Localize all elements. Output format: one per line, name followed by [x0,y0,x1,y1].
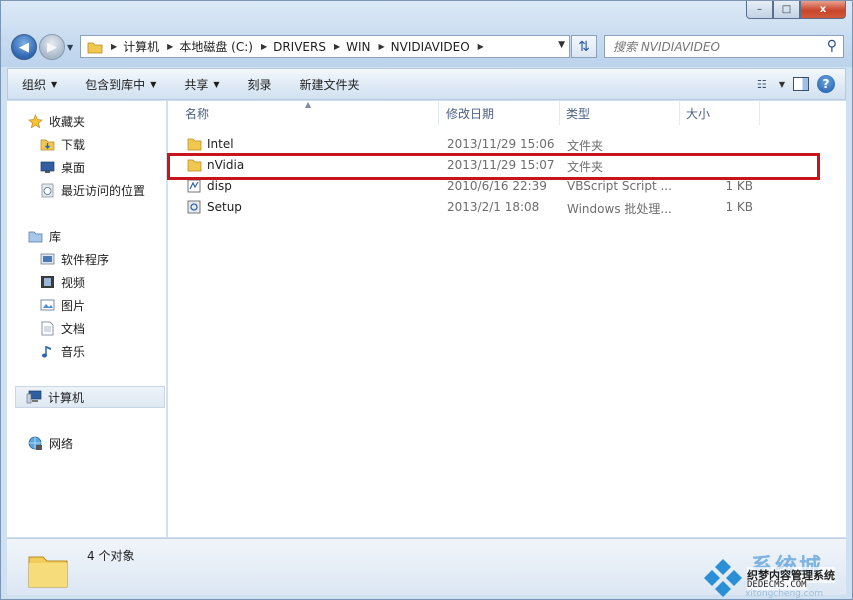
desktop-icon [39,159,55,175]
sidebar-item-network[interactable]: 网络 [27,432,73,454]
sidebar-item-downloads[interactable]: 下载 [39,133,85,155]
title-bar: – □ x ◀ ▶ ▼ ▶ 计算机 ▶ 本地磁盘 (C:) ▶ DRIVERS … [1,1,852,67]
folder-icon [87,42,103,53]
sidebar-item-music[interactable]: 音乐 [39,340,85,362]
breadcrumb: ▶ 计算机 ▶ 本地磁盘 (C:) ▶ DRIVERS ▶ WIN ▶ NVID… [111,38,484,55]
preview-pane-icon[interactable] [793,77,809,91]
burn-button[interactable]: 刻录 [234,69,286,99]
caption-buttons: – □ x [746,1,846,19]
search-box[interactable]: ⚲ [604,35,844,58]
watermark: 系统城 织梦内容管理系统 DEDECMS.COM xitongcheng.com [701,549,851,599]
picture-library-icon [39,297,55,313]
video-library-icon [39,274,55,290]
forward-button[interactable]: ▶ [39,34,65,60]
search-input[interactable] [613,39,813,54]
breadcrumb-nvidiavideo[interactable]: NVIDIAVIDEO [391,40,470,54]
breadcrumb-computer[interactable]: 计算机 [123,38,159,55]
chevron-down-icon: ▼ [213,79,220,89]
sidebar-item-favorites[interactable]: 收藏夹 [27,110,85,132]
column-header-modified[interactable]: 修改日期 [440,101,560,125]
sidebar-item-computer[interactable]: 计算机 [15,386,165,408]
help-icon[interactable]: ? [817,75,835,93]
file-row-intel[interactable]: Intel 2013/11/29 15:06 文件夹 [178,134,768,155]
folder-icon [28,556,68,588]
refresh-icon: ⇅ [578,38,590,55]
downloads-folder-icon [39,136,55,152]
back-button[interactable]: ◀ [11,34,37,60]
batch-file-icon [187,200,201,214]
address-bar[interactable]: ▶ 计算机 ▶ 本地磁盘 (C:) ▶ DRIVERS ▶ WIN ▶ NVID… [80,35,570,58]
software-library-icon [39,251,55,267]
organize-button[interactable]: 组织 ▼ [8,69,71,99]
sidebar-item-libraries[interactable]: 库 [27,225,61,247]
network-icon [27,435,43,451]
arrow-right-icon: ▶ [47,39,57,55]
close-button[interactable]: x [800,1,846,19]
column-header-type[interactable]: 类型 [560,101,680,125]
sidebar-item-desktop[interactable]: 桌面 [39,156,85,178]
xitongcheng-logo-icon [704,559,742,597]
folder-icon [187,138,202,151]
sidebar-item-recent-places[interactable]: 最近访问的位置 [39,179,145,201]
watermark-line3: xitongcheng.com [745,589,823,599]
include-in-library-button[interactable]: 包含到库中 ▼ [71,69,170,99]
breadcrumb-drivers[interactable]: DRIVERS [273,40,326,54]
breadcrumb-local-disk[interactable]: 本地磁盘 (C:) [179,38,253,55]
recent-pages-dropdown[interactable]: ▼ [67,43,73,52]
minimize-button[interactable]: – [746,1,773,19]
refresh-button[interactable]: ⇅ [571,35,597,58]
file-row-setup[interactable]: Setup 2013/2/1 18:08 Windows 批处理... 1 KB [178,197,768,218]
sidebar-item-pictures[interactable]: 图片 [39,294,85,316]
computer-icon [26,389,42,405]
music-note-icon [39,343,55,359]
item-count: 4 个对象 [87,549,135,563]
arrow-left-icon: ◀ [19,39,29,55]
column-header-size[interactable]: 大小 [680,101,760,125]
breadcrumb-win[interactable]: WIN [346,40,370,54]
view-dropdown-icon[interactable]: ▼ [779,80,785,89]
recent-places-icon [39,182,55,198]
chevron-down-icon: ▼ [51,79,58,89]
new-folder-button[interactable]: 新建文件夹 [286,69,374,99]
search-icon[interactable]: ⚲ [827,38,837,54]
sidebar-item-software[interactable]: 软件程序 [39,248,109,270]
toolbar-right: ☷ ▼ ? [753,75,835,93]
view-options-icon[interactable]: ☷ [753,76,771,92]
chevron-down-icon: ▼ [150,79,157,89]
vbscript-icon [187,179,201,193]
address-dropdown-icon[interactable]: ▼ [558,40,565,50]
library-icon [27,228,43,244]
explorer-window: – □ x ◀ ▶ ▼ ▶ 计算机 ▶ 本地磁盘 (C:) ▶ DRIVERS … [0,0,853,600]
sidebar-item-videos[interactable]: 视频 [39,271,85,293]
star-icon [27,113,43,129]
share-button[interactable]: 共享 ▼ [170,69,233,99]
navigation-pane: 收藏夹 下载 桌面 最近访问的位置 库 软件程序 视频 图片 文档 音乐 计算机… [7,101,167,537]
maximize-button[interactable]: □ [773,1,800,19]
sidebar-item-documents[interactable]: 文档 [39,317,85,339]
sort-ascending-icon: ▲ [305,100,312,109]
command-bar: 组织 ▼ 包含到库中 ▼ 共享 ▼ 刻录 新建文件夹 ☷ ▼ ? [7,68,846,100]
document-library-icon [39,320,55,336]
highlight-box [167,153,820,180]
